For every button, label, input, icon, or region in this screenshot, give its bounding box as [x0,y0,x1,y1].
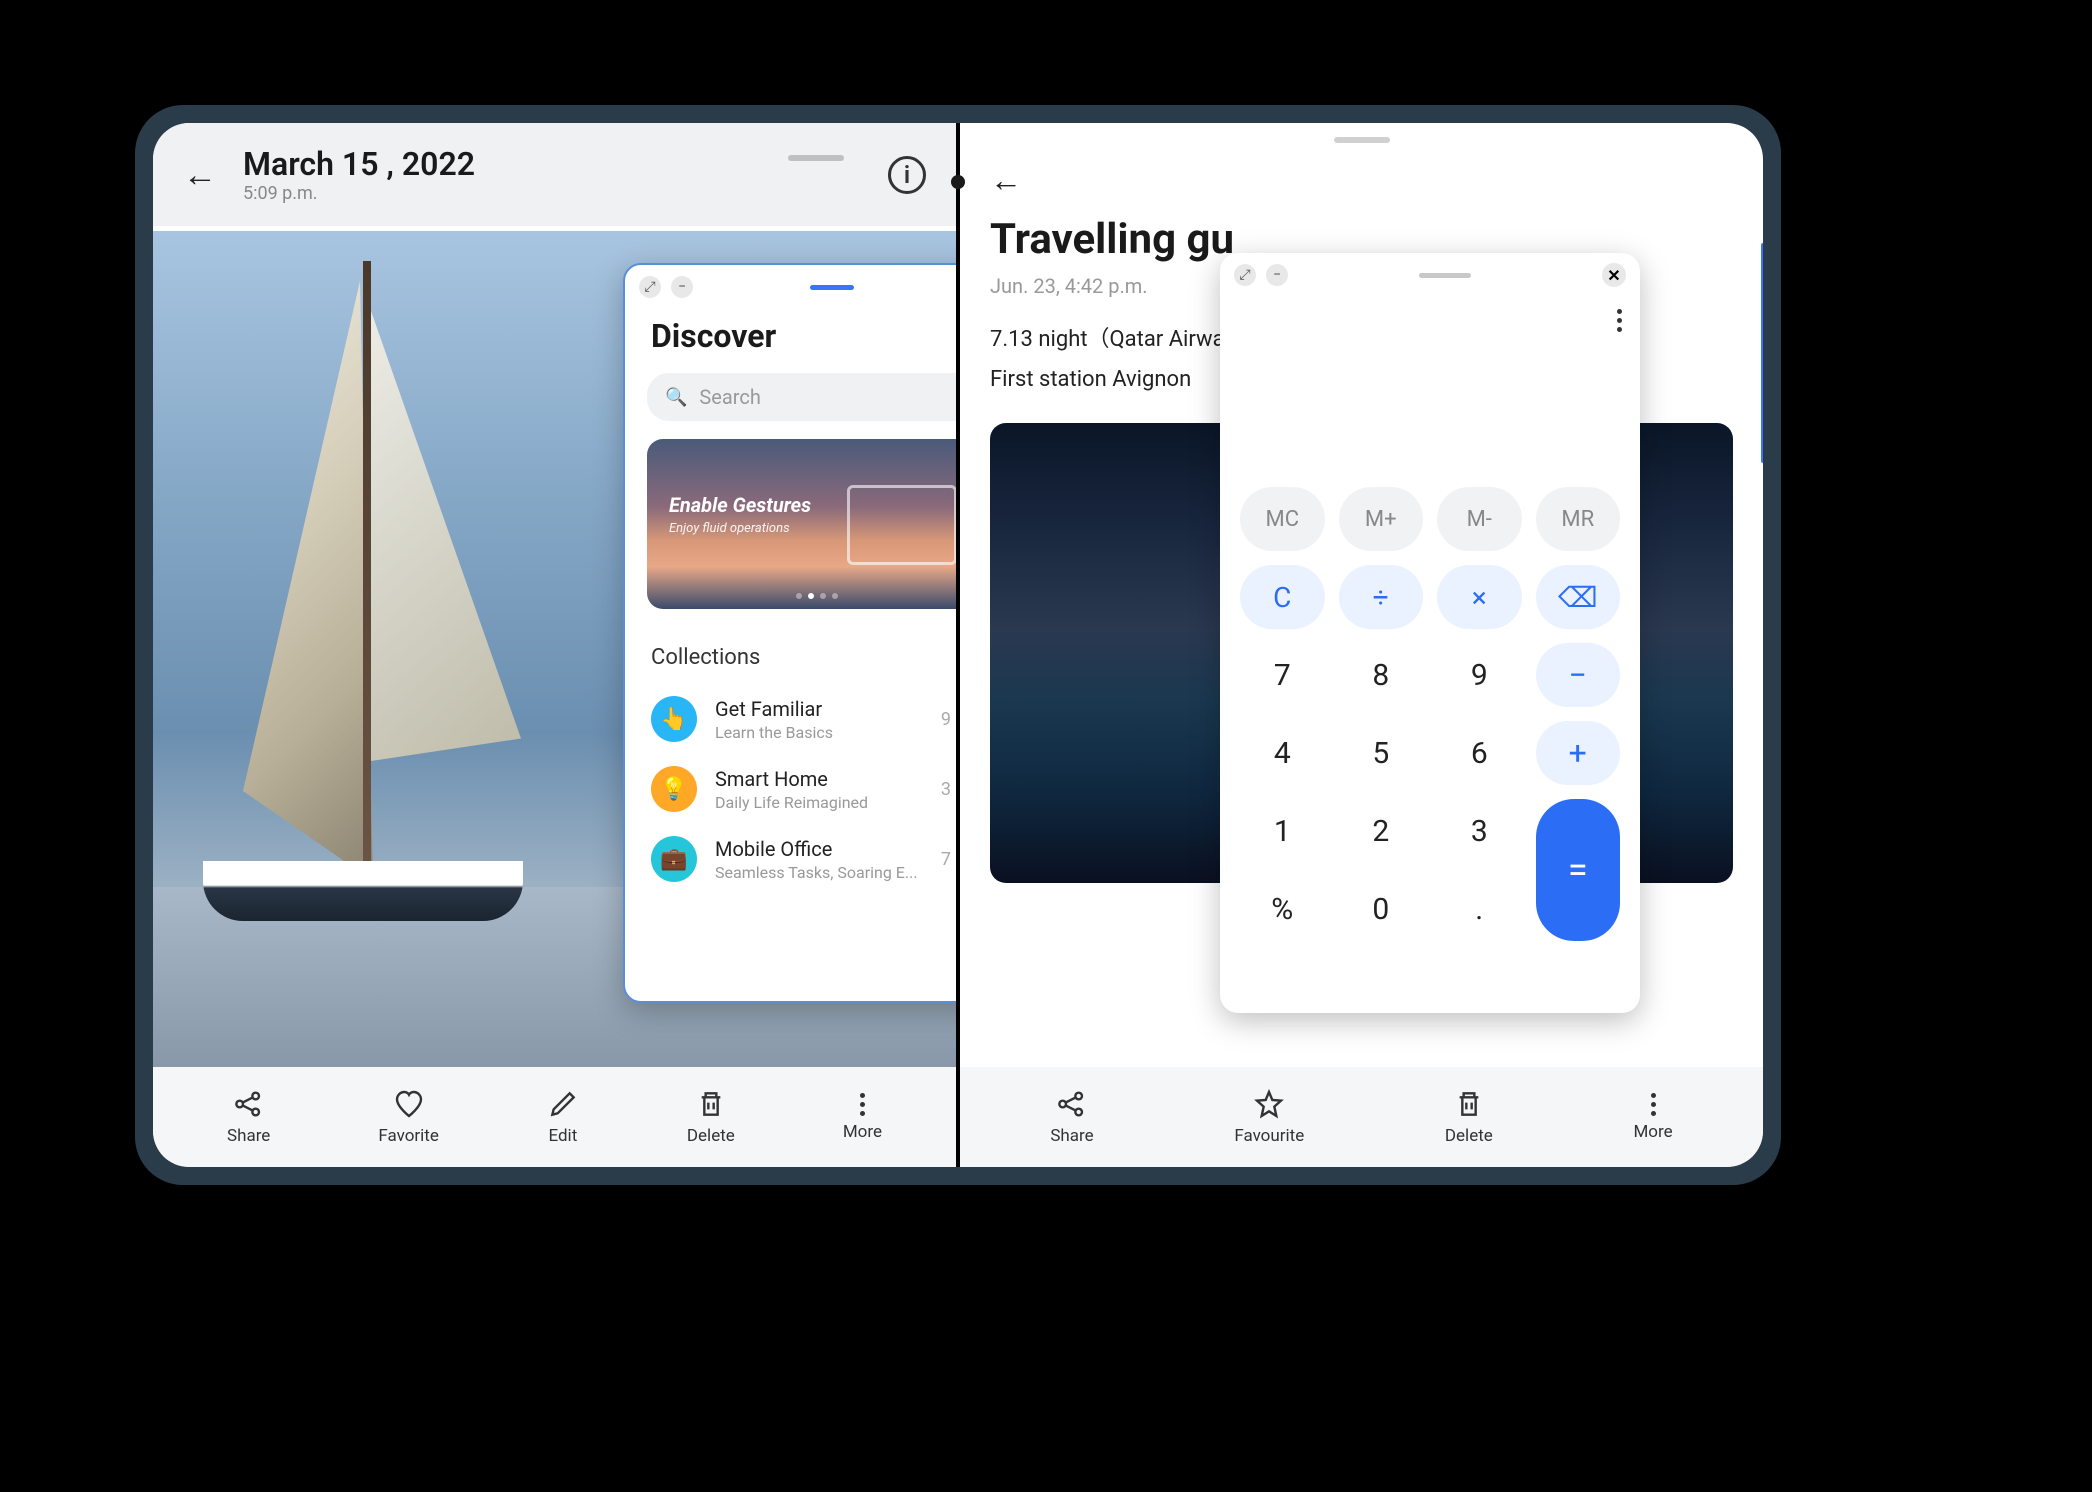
discover-banner[interactable]: Enable Gestures Enjoy fluid operations [647,439,956,609]
banner-subtitle: Enjoy fluid operations [669,521,811,536]
calc-percent[interactable]: % [1240,877,1325,941]
calc-9[interactable]: 9 [1437,643,1522,707]
tablet-frame: ← March 15 , 2022 5:09 p.m. i [135,105,1781,1185]
calc-3[interactable]: 3 [1437,799,1522,863]
collection-smart-home[interactable]: 💡 Smart Home Daily Life Reimagined 3 › [625,754,956,824]
trash-icon [695,1088,727,1120]
calc-minimize-button[interactable]: − [1266,264,1288,286]
notes-delete-button[interactable]: Delete [1445,1088,1493,1146]
calc-drag-handle[interactable] [1298,273,1592,278]
banner-illustration [847,485,956,565]
gallery-app: ← March 15 , 2022 5:09 p.m. i [153,123,956,1167]
calculator-floating-window[interactable]: ⤢ − ✕ MC M+ M- MR C ÷ × ⌫ 7 8 [1220,253,1640,1013]
collection-get-familiar[interactable]: 👆 Get Familiar Learn the Basics 9 › [625,684,956,754]
more-icon [860,1093,865,1116]
calc-equals[interactable]: = [1536,799,1621,941]
share-icon [1056,1088,1088,1120]
notes-share-button[interactable]: Share [1050,1088,1093,1146]
calc-keypad: MC M+ M- MR C ÷ × ⌫ 7 8 9 − 4 5 6 + [1220,477,1640,961]
calc-backspace[interactable]: ⌫ [1536,565,1621,629]
window-expand-button[interactable]: ⤢ [639,276,661,298]
search-input[interactable]: 🔍 Search [647,373,956,421]
calc-divide[interactable]: ÷ [1339,565,1424,629]
calc-display [1220,297,1640,477]
calc-m-minus[interactable]: M- [1437,487,1522,551]
calc-minus[interactable]: − [1536,643,1621,707]
bulb-icon: 💡 [651,766,697,812]
calc-0[interactable]: 0 [1339,877,1424,941]
window-titlebar[interactable]: ⤢ − ✕ [625,265,956,309]
calc-close-button[interactable]: ✕ [1602,263,1626,287]
gallery-time: 5:09 p.m. [243,183,744,204]
calc-1[interactable]: 1 [1240,799,1325,863]
heart-icon [393,1088,425,1120]
search-icon: 🔍 [665,387,687,408]
favorite-button[interactable]: Favorite [378,1088,439,1146]
share-icon [233,1088,265,1120]
gallery-header: ← March 15 , 2022 5:09 p.m. i [153,123,956,226]
briefcase-icon: 💼 [651,836,697,882]
trash-icon [1453,1088,1485,1120]
banner-title: Enable Gestures [669,493,811,517]
window-drag-handle[interactable] [703,285,956,290]
calc-6[interactable]: 6 [1437,721,1522,785]
discover-floating-window[interactable]: ⤢ − ✕ Discover 🔍 Search Enable Gestures … [623,263,956,1003]
delete-button[interactable]: Delete [687,1088,735,1146]
calc-clear[interactable]: C [1240,565,1325,629]
tablet-screen: ← March 15 , 2022 5:09 p.m. i [153,123,1763,1167]
calc-7[interactable]: 7 [1240,643,1325,707]
gallery-date: March 15 , 2022 [243,145,744,183]
calc-m-plus[interactable]: M+ [1339,487,1424,551]
calc-4[interactable]: 4 [1240,721,1325,785]
notes-back-button[interactable]: ← [990,161,1022,199]
drag-handle[interactable] [788,155,844,161]
calc-plus[interactable]: + [1536,721,1621,785]
notes-more-button[interactable]: More [1633,1093,1672,1142]
search-placeholder: Search [699,385,760,409]
pencil-icon [547,1088,579,1120]
scroll-indicator [1761,243,1763,463]
edit-button[interactable]: Edit [547,1088,579,1146]
calc-titlebar[interactable]: ⤢ − ✕ [1220,253,1640,297]
calc-2[interactable]: 2 [1339,799,1424,863]
notes-app: ← Travelling gu Jun. 23, 4:42 p.m. 7.13 … [960,123,1763,1167]
collection-mobile-office[interactable]: 💼 Mobile Office Seamless Tasks, Soaring … [625,824,956,894]
more-icon [1651,1093,1656,1116]
calc-5[interactable]: 5 [1339,721,1424,785]
collections-heading: Collections [625,627,956,684]
front-camera [951,175,965,189]
calc-8[interactable]: 8 [1339,643,1424,707]
star-icon [1253,1088,1285,1120]
calc-mc[interactable]: MC [1240,487,1325,551]
calc-mr[interactable]: MR [1536,487,1621,551]
calc-more-icon[interactable] [1617,309,1622,332]
share-button[interactable]: Share [227,1088,270,1146]
back-button[interactable]: ← [183,155,217,195]
calc-multiply[interactable]: × [1437,565,1522,629]
notes-drag-handle[interactable] [960,123,1763,151]
hand-tap-icon: 👆 [651,696,697,742]
calc-dot[interactable]: . [1437,877,1522,941]
gallery-date-block: March 15 , 2022 5:09 p.m. [243,145,744,204]
gallery-bottom-bar: Share Favorite Edit Delete More [153,1067,956,1167]
discover-title: Discover [625,309,956,373]
info-icon[interactable]: i [888,156,926,194]
calc-expand-button[interactable]: ⤢ [1234,264,1256,286]
banner-pagination [796,593,838,599]
notes-favourite-button[interactable]: Favourite [1234,1088,1304,1146]
window-minimize-button[interactable]: − [671,276,693,298]
more-button[interactable]: More [843,1093,882,1142]
notes-bottom-bar: Share Favourite Delete More [960,1067,1763,1167]
